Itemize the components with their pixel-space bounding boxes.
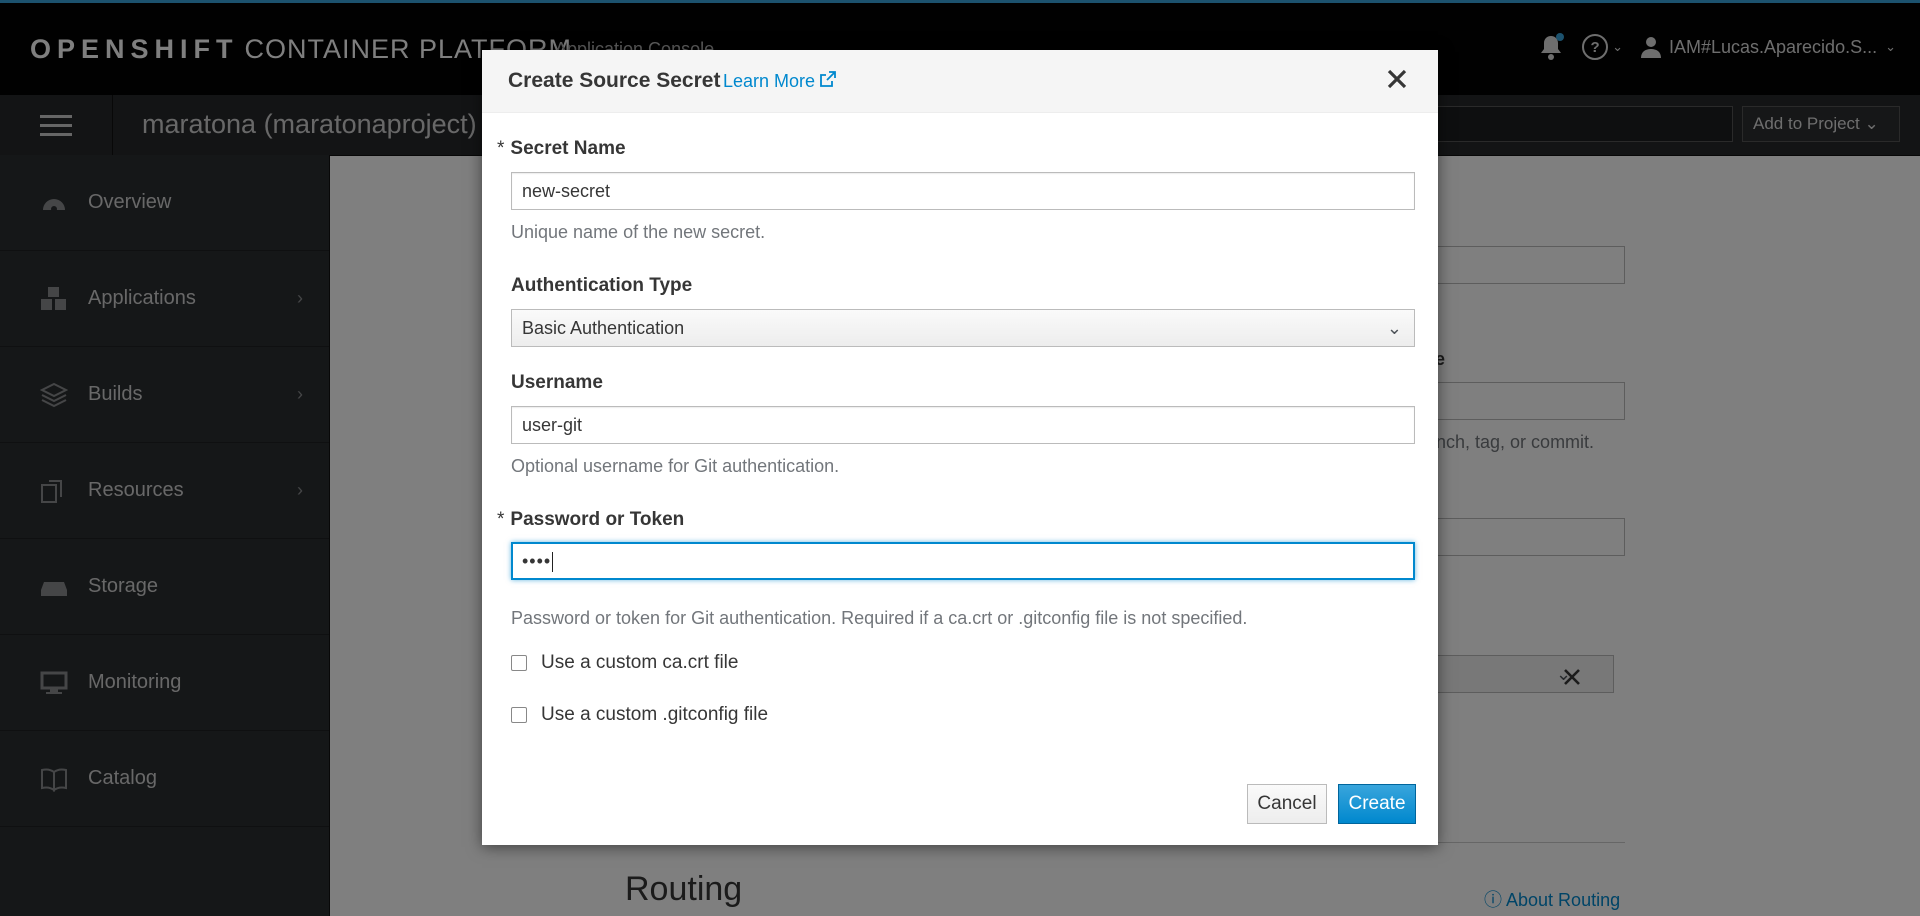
custom-cacrt-checkbox[interactable]: Use a custom ca.crt file (511, 652, 738, 674)
create-source-secret-dialog: Create Source Secret Learn More * Secret … (482, 50, 1438, 845)
authentication-type-select[interactable]: Basic Authentication ⌄ (511, 309, 1415, 347)
create-button[interactable]: Create (1338, 784, 1416, 824)
username-input[interactable]: user-git (511, 406, 1415, 444)
chevron-down-icon: ⌄ (1386, 318, 1402, 338)
secret-name-label: * Secret Name (497, 138, 626, 160)
learn-more-label: Learn More (723, 71, 816, 91)
checkbox-box[interactable] (511, 655, 527, 671)
custom-cacrt-label: Use a custom ca.crt file (541, 652, 739, 673)
password-label: * Password or Token (497, 509, 684, 531)
checkbox-box[interactable] (511, 707, 527, 723)
required-marker: * (497, 509, 505, 530)
learn-more-link[interactable]: Learn More (723, 71, 836, 92)
password-input[interactable]: •••• (511, 542, 1415, 580)
password-value: •••• (522, 551, 552, 571)
custom-gitconfig-checkbox[interactable]: Use a custom .gitconfig file (511, 704, 768, 726)
secret-name-help: Unique name of the new secret. (511, 222, 766, 242)
secret-name-input[interactable]: new-secret (511, 172, 1415, 210)
secret-name-label-text: Secret Name (510, 138, 626, 159)
text-cursor (552, 552, 554, 573)
username-help: Optional username for Git authentication… (511, 456, 840, 476)
authentication-type-label: Authentication Type (511, 275, 693, 296)
modal-title: Create Source Secret (508, 69, 721, 92)
custom-gitconfig-label: Use a custom .gitconfig file (541, 704, 769, 725)
username-label: Username (511, 372, 603, 393)
authentication-type-value: Basic Authentication (522, 318, 685, 338)
cancel-button[interactable]: Cancel (1247, 784, 1327, 824)
password-help: Password or token for Git authentication… (511, 608, 1248, 628)
close-icon[interactable] (1382, 64, 1412, 94)
modal-header: Create Source Secret Learn More (482, 50, 1438, 113)
required-marker: * (497, 138, 505, 159)
password-label-text: Password or Token (510, 509, 685, 530)
external-link-icon (820, 71, 836, 87)
